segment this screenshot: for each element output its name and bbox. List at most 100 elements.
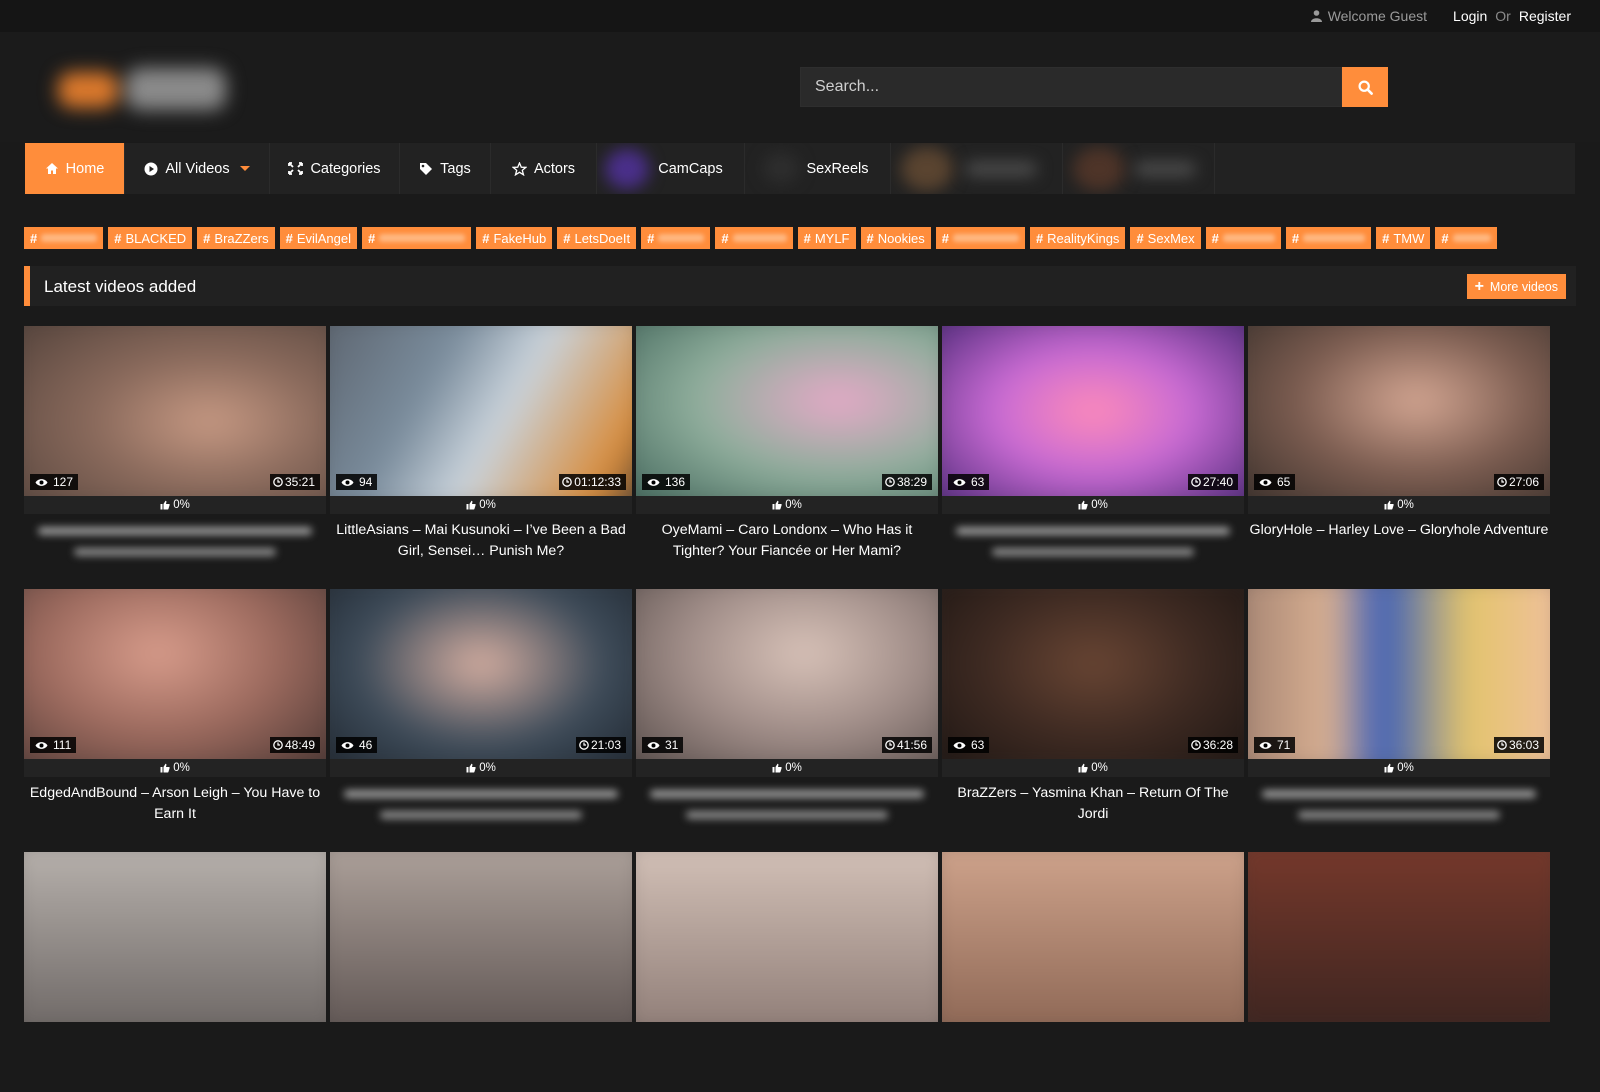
video-title-blurred[interactable] (942, 520, 1244, 556)
video-thumbnail[interactable]: 71 36:03 (1248, 589, 1550, 759)
video-thumbnail[interactable]: 94 01:12:33 (330, 326, 632, 496)
video-thumbnail[interactable] (24, 852, 326, 1022)
eye-icon (341, 478, 354, 486)
search-button[interactable] (1342, 67, 1388, 107)
tag-chip[interactable]: # Nookies (860, 227, 931, 249)
video-thumbnail[interactable]: 46 21:03 (330, 589, 632, 759)
video-thumbnail[interactable]: 136 38:29 (636, 326, 938, 496)
nav-actors[interactable]: Actors (491, 143, 597, 194)
nav-all-videos-label: All Videos (165, 160, 230, 177)
video-card[interactable]: 136 38:29 0% OyeMami – Caro Londonx – Who H… (636, 326, 938, 566)
clock-icon (273, 740, 283, 750)
video-card[interactable]: 94 01:12:33 0% LittleAsians – Mai Kusunoki … (330, 326, 632, 566)
video-title[interactable]: OyeMami – Caro Londonx – Who Has it Tigh… (636, 520, 938, 562)
site-logo[interactable] (48, 54, 238, 124)
nav-home[interactable]: Home (25, 143, 125, 194)
nav-categories[interactable]: Categories (270, 143, 400, 194)
views-count: 127 (53, 475, 74, 489)
tag-chip[interactable]: # (1285, 227, 1372, 249)
tag-chip[interactable]: # (24, 227, 104, 249)
tag-chip[interactable]: # (1435, 227, 1497, 249)
tag-chip[interactable]: # (935, 227, 1025, 249)
tag-chip[interactable]: # LetsDoeIt (557, 227, 637, 249)
video-card[interactable]: 31 41:56 0% (636, 589, 938, 829)
video-title-blurred[interactable] (24, 520, 326, 556)
hash-icon: # (803, 230, 811, 246)
eye-icon (647, 478, 660, 486)
video-thumbnail[interactable] (942, 852, 1244, 1022)
tag-chip[interactable]: # (641, 227, 711, 249)
duration-badge: 27:40 (1187, 474, 1238, 490)
video-card[interactable] (24, 852, 326, 1092)
rating-percent: 0% (173, 762, 190, 774)
video-card[interactable]: 111 48:49 0% EdgedAndBound – Arson Leigh – … (24, 589, 326, 829)
video-thumbnail[interactable]: 111 48:49 (24, 589, 326, 759)
tag-chip[interactable]: # BLACKED (108, 227, 193, 249)
clock-icon (1497, 477, 1507, 487)
video-card[interactable] (942, 852, 1244, 1092)
tag-label-blurred (379, 234, 466, 242)
tag-chip[interactable]: # RealityKings (1029, 227, 1126, 249)
nav-tags[interactable]: Tags (400, 143, 491, 194)
tag-chip[interactable]: # MYLF (797, 227, 856, 249)
video-thumbnail[interactable] (636, 852, 938, 1022)
categories-icon (288, 162, 304, 175)
video-card[interactable]: 127 35:21 0% (24, 326, 326, 566)
login-link[interactable]: Login (1453, 8, 1487, 24)
video-thumbnail[interactable]: 63 27:40 (942, 326, 1244, 496)
nav-camcaps[interactable]: CamCaps (597, 143, 745, 194)
video-title[interactable]: GloryHole – Harley Love – Gloryhole Adve… (1248, 520, 1550, 541)
register-link[interactable]: Register (1519, 8, 1571, 24)
video-card[interactable] (636, 852, 938, 1092)
tag-chip[interactable]: # TMW (1376, 227, 1431, 249)
video-card[interactable]: 63 36:28 0% BraZZers – Yasmina Khan – Retur… (942, 589, 1244, 829)
video-card[interactable]: 65 27:06 0% GloryHole – Harley Love – Glory… (1248, 326, 1550, 566)
nav-partner-link-2[interactable] (1063, 143, 1215, 194)
tag-chip[interactable]: # FakeHub (476, 227, 553, 249)
hash-icon: # (1035, 230, 1044, 246)
video-thumbnail[interactable] (1248, 852, 1550, 1022)
tag-chip[interactable]: # SexMex (1130, 227, 1201, 249)
clock-icon (273, 477, 283, 487)
video-thumbnail[interactable] (330, 852, 632, 1022)
video-card[interactable]: 71 36:03 0% (1248, 589, 1550, 829)
tag-label: SexMex (1147, 230, 1195, 246)
rating-percent: 0% (479, 499, 496, 511)
video-thumbnail[interactable]: 127 35:21 (24, 326, 326, 496)
video-card[interactable]: 46 21:03 0% (330, 589, 632, 829)
camcaps-logo-icon (605, 149, 649, 189)
clock-icon (1497, 740, 1507, 750)
video-title-blurred[interactable] (330, 783, 632, 819)
tag-chip[interactable]: # (362, 227, 472, 249)
tag-chip[interactable]: # EvilAngel (279, 227, 358, 249)
video-title-blurred[interactable] (1248, 783, 1550, 819)
play-circle-icon (144, 162, 158, 175)
video-thumbnail[interactable]: 65 27:06 (1248, 326, 1550, 496)
video-card[interactable] (1248, 852, 1550, 1092)
video-card[interactable] (330, 852, 632, 1092)
thumbs-up-icon (1078, 500, 1088, 510)
nav-sexreels[interactable]: SexReels (745, 143, 891, 194)
tag-chip[interactable]: # BraZZers (197, 227, 275, 249)
nav-home-label: Home (65, 160, 105, 177)
video-title[interactable]: LittleAsians – Mai Kusunoki – I’ve Been … (330, 520, 632, 562)
duration-text: 41:56 (896, 738, 927, 752)
video-title[interactable]: BraZZers – Yasmina Khan – Return Of The … (942, 783, 1244, 825)
search-input[interactable] (800, 67, 1342, 107)
tag-chip[interactable]: # (1205, 227, 1281, 249)
thumbs-up-icon (466, 763, 476, 773)
nav-all-videos[interactable]: All Videos (125, 143, 270, 194)
video-title-blurred[interactable] (636, 783, 938, 819)
video-title[interactable]: EdgedAndBound – Arson Leigh – You Have t… (24, 783, 326, 825)
thumbnail-image (330, 326, 632, 496)
video-card[interactable]: 63 27:40 0% (942, 326, 1244, 566)
tag-label-blurred (41, 234, 98, 242)
thumbs-up-icon (1384, 500, 1394, 510)
video-thumbnail[interactable]: 31 41:56 (636, 589, 938, 759)
nav-partner-link-1[interactable] (891, 143, 1063, 194)
views-count: 31 (665, 738, 679, 752)
video-thumbnail[interactable]: 63 36:28 (942, 589, 1244, 759)
tag-label-blurred (952, 234, 1019, 242)
more-videos-button[interactable]: + More videos (1466, 274, 1566, 299)
tag-chip[interactable]: # (715, 227, 793, 249)
